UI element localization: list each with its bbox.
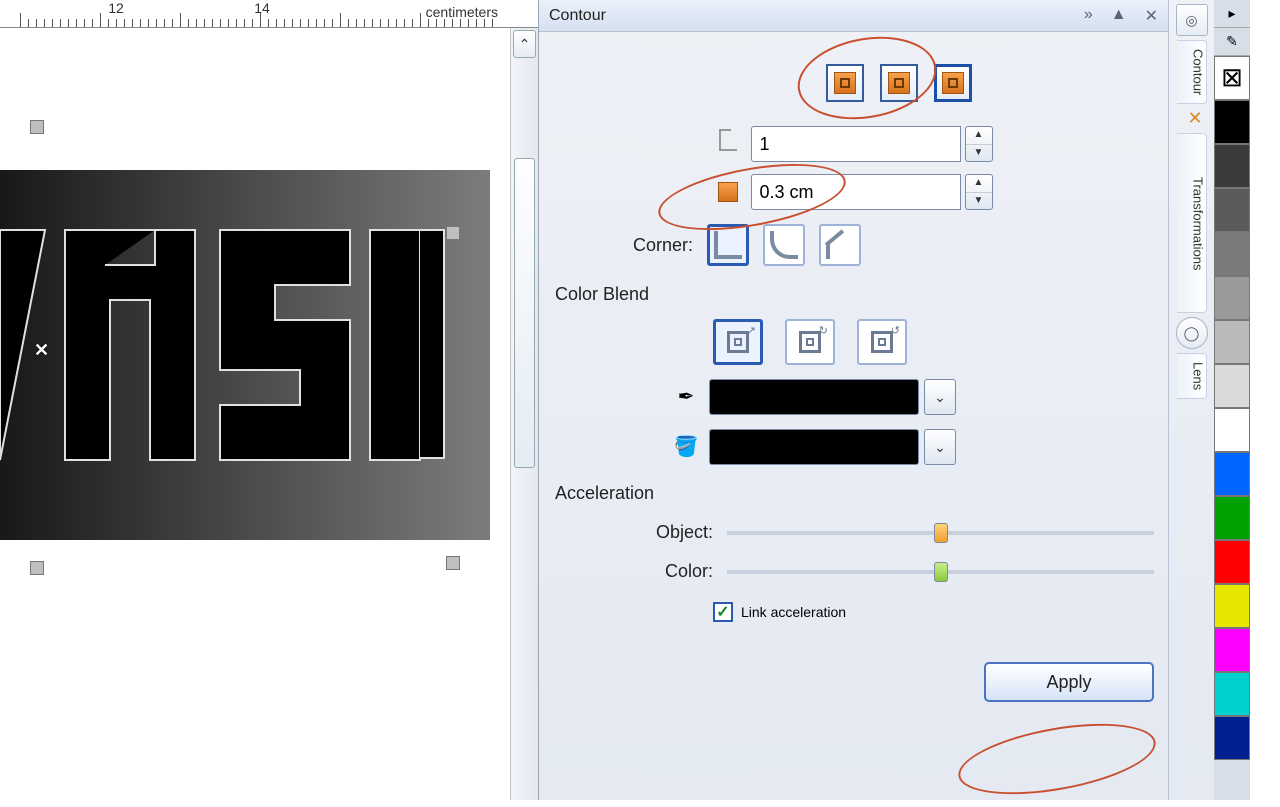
palette-swatch[interactable] <box>1214 672 1250 716</box>
color-slider[interactable] <box>727 570 1154 574</box>
palette-swatch[interactable] <box>1214 496 1250 540</box>
palette-swatch[interactable] <box>1214 540 1250 584</box>
corner-label: Corner: <box>633 235 693 256</box>
outline-color-icon: ✒ <box>673 384 699 410</box>
object-slider-label: Object: <box>553 522 713 543</box>
acceleration-heading: Acceleration <box>555 483 1154 504</box>
contour-outside-button[interactable] <box>934 64 972 102</box>
color-palette: ▸ ✎ ⊠ <box>1214 0 1250 800</box>
canvas-artwork[interactable]: ✕ <box>0 170 490 540</box>
canvas-area[interactable]: 12 14 centimeters ✕ ⌃ <box>0 0 538 800</box>
apply-button[interactable]: Apply <box>984 662 1154 702</box>
blend-direct-button[interactable]: ↗ <box>713 319 763 365</box>
tab-lens[interactable]: Lens <box>1177 353 1207 399</box>
palette-swatch[interactable] <box>1214 276 1250 320</box>
blend-cw-button[interactable]: ↻ <box>785 319 835 365</box>
docker-collapse-icon[interactable]: ▲ <box>1111 6 1127 26</box>
docker-close-icon[interactable]: ✕ <box>1145 6 1158 26</box>
palette-swatch[interactable] <box>1214 232 1250 276</box>
corner-bevel-button[interactable] <box>819 224 861 266</box>
palette-swatch[interactable] <box>1214 144 1250 188</box>
annotation-circle <box>953 711 1161 807</box>
palette-flyout-icon[interactable]: ▸ <box>1214 0 1250 28</box>
docker-tabs: ◎ Contour ✕ Transformations ◯ Lens <box>1168 0 1214 800</box>
selection-center-icon: ✕ <box>34 340 49 361</box>
scroll-thumb[interactable] <box>514 158 535 468</box>
outline-color-dropdown[interactable]: ⌄ <box>924 379 956 415</box>
palette-swatch[interactable] <box>1214 628 1250 672</box>
steps-icon <box>715 131 741 157</box>
docker-title: Contour <box>549 7 606 25</box>
palette-swatch[interactable] <box>1214 320 1250 364</box>
object-slider[interactable] <box>727 531 1154 535</box>
corner-round-button[interactable] <box>763 224 805 266</box>
steps-input[interactable] <box>751 126 961 162</box>
link-acceleration-checkbox[interactable]: ✓ <box>713 602 733 622</box>
palette-swatch[interactable] <box>1214 408 1250 452</box>
palette-swatch[interactable] <box>1214 364 1250 408</box>
fill-color-icon: 🪣 <box>673 434 699 460</box>
link-acceleration-label: Link acceleration <box>741 604 846 620</box>
tab-lens-icon[interactable]: ◯ <box>1176 317 1208 349</box>
tab-contour[interactable]: Contour <box>1177 40 1207 104</box>
offset-input[interactable] <box>751 174 961 210</box>
corner-miter-button[interactable] <box>707 224 749 266</box>
fill-color-swatch[interactable] <box>709 429 919 465</box>
docker-options-icon[interactable]: ◎ <box>1176 4 1208 36</box>
palette-swatch[interactable] <box>1214 584 1250 628</box>
fill-color-dropdown[interactable]: ⌄ <box>924 429 956 465</box>
docker-more-icon[interactable]: » <box>1084 6 1093 26</box>
palette-swatch[interactable] <box>1214 452 1250 496</box>
contour-docker: Contour » ▲ ✕ ▲▼ <box>538 0 1168 800</box>
docker-header: Contour » ▲ ✕ <box>539 0 1168 32</box>
palette-swatch[interactable] <box>1214 188 1250 232</box>
scroll-up-button[interactable]: ⌃ <box>513 30 536 58</box>
color-blend-heading: Color Blend <box>555 284 1154 305</box>
ruler-horizontal: 12 14 centimeters <box>0 0 538 28</box>
contour-inside-button[interactable] <box>880 64 918 102</box>
vertical-scrollbar[interactable]: ⌃ <box>510 28 538 800</box>
contour-to-center-button[interactable] <box>826 64 864 102</box>
blend-ccw-button[interactable]: ↺ <box>857 319 907 365</box>
palette-swatch[interactable] <box>1214 100 1250 144</box>
offset-icon <box>715 179 741 205</box>
no-color-swatch[interactable]: ⊠ <box>1214 56 1250 100</box>
tab-transformations[interactable]: Transformations <box>1177 133 1207 313</box>
offset-spinner[interactable]: ▲▼ <box>965 174 993 210</box>
steps-spinner[interactable]: ▲▼ <box>965 126 993 162</box>
palette-swatch[interactable] <box>1214 716 1250 760</box>
tab-close-icon[interactable]: ✕ <box>1177 106 1207 131</box>
outline-color-swatch[interactable] <box>709 379 919 415</box>
color-slider-label: Color: <box>553 561 713 582</box>
eyedropper-icon[interactable]: ✎ <box>1214 28 1250 56</box>
